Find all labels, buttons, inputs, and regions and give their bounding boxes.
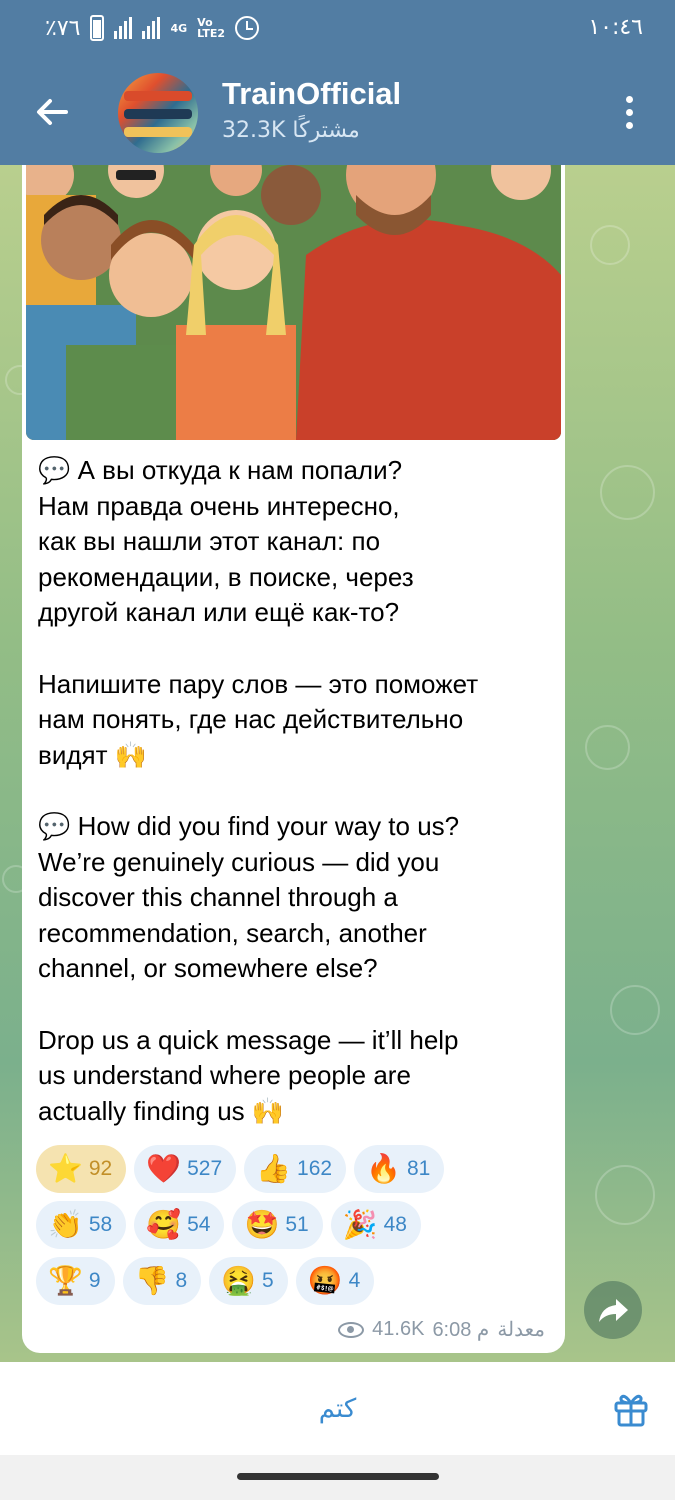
eye-icon	[338, 1321, 365, 1338]
reaction-row-1: ⭐ 92 ❤️ 527 👍 162 🔥 81	[36, 1145, 556, 1193]
reaction-star-struck[interactable]: 🤩 51	[232, 1201, 323, 1249]
crowd-illustration	[26, 165, 561, 440]
bottom-bar: كتم	[0, 1362, 675, 1455]
reaction-count: 54	[187, 1213, 211, 1236]
reaction-count: 4	[348, 1269, 361, 1292]
message-photo[interactable]	[26, 165, 561, 440]
reaction-angry[interactable]: 🤬 4	[295, 1257, 375, 1305]
reactions-panel: ⭐ 92 ❤️ 527 👍 162 🔥 81 👏 58 🥰 54 🤩 51 🎉 48 🏆 9 👎 8…	[36, 1145, 556, 1313]
message-bubble[interactable]: 💬 А вы откуда к нам попали? Нам правда о…	[22, 165, 565, 1353]
view-count: 41.6K	[372, 1318, 425, 1340]
star-struck-emoji-icon: 🤩	[244, 1209, 280, 1240]
reaction-fire[interactable]: 🔥 81	[354, 1145, 445, 1193]
edited-label: معدلة	[497, 1319, 545, 1341]
party-popper-emoji-icon: 🎉	[342, 1209, 378, 1240]
mute-button[interactable]: كتم	[0, 1362, 675, 1455]
share-button[interactable]	[584, 1281, 642, 1339]
reaction-party[interactable]: 🎉 48	[330, 1201, 421, 1249]
reaction-count: 58	[88, 1213, 113, 1236]
signal-icon-2	[142, 17, 161, 39]
reaction-count: 48	[383, 1213, 407, 1236]
signal-icon	[114, 17, 133, 39]
reaction-trophy[interactable]: 🏆 9	[36, 1257, 115, 1305]
reaction-count: 51	[285, 1213, 309, 1236]
alarm-icon	[235, 16, 260, 40]
reaction-count: 162	[297, 1157, 333, 1180]
network-4g-label: 4G	[170, 21, 188, 35]
reaction-row-2: 👏 58 🥰 54 🤩 51 🎉 48	[36, 1201, 556, 1249]
more-vertical-icon[interactable]	[622, 96, 638, 130]
mute-label: كتم	[318, 1393, 357, 1424]
battery-icon	[90, 15, 105, 41]
volte-badge: Vo LTE2	[197, 17, 225, 39]
home-indicator[interactable]	[237, 1473, 439, 1480]
back-arrow-icon[interactable]	[32, 92, 72, 132]
reaction-thumbs-down[interactable]: 👎 8	[122, 1257, 202, 1305]
trophy-emoji-icon: 🏆	[48, 1265, 83, 1296]
star-emoji-icon: ⭐	[48, 1153, 83, 1184]
reaction-clap[interactable]: 👏 58	[36, 1201, 127, 1249]
reaction-smiling-hearts[interactable]: 🥰 54	[134, 1201, 225, 1249]
thumbs-down-emoji-icon: 👎	[134, 1265, 170, 1296]
reaction-count: 527	[187, 1157, 223, 1180]
reaction-thumbs-up[interactable]: 👍 162	[244, 1145, 347, 1193]
system-nav-bar	[0, 1455, 675, 1500]
status-bar: ٪٧٦ 4G Vo LTE2 ١٠:٤٦	[0, 0, 675, 60]
clap-emoji-icon: 👏	[48, 1209, 83, 1240]
smiling-hearts-emoji-icon: 🥰	[146, 1209, 182, 1240]
battery-percent: ٪٧٦	[45, 15, 81, 41]
fire-emoji-icon: 🔥	[366, 1153, 401, 1184]
reaction-star[interactable]: ⭐ 92	[36, 1145, 127, 1193]
header-bar: ٪٧٦ 4G Vo LTE2 ١٠:٤٦ TrainOfficial 32.3K…	[0, 0, 675, 165]
reaction-count: 92	[88, 1157, 113, 1180]
reaction-count: 5	[262, 1269, 274, 1292]
reaction-vomit[interactable]: 🤮 5	[209, 1257, 288, 1305]
heart-emoji-icon: ❤️	[146, 1153, 182, 1184]
volte-lte-label: LTE2	[197, 27, 226, 40]
reaction-count: 81	[406, 1157, 431, 1180]
message-text: 💬 А вы откуда к нам попали? Нам правда о…	[38, 455, 479, 1126]
share-arrow-icon	[599, 1299, 628, 1322]
vomit-emoji-icon: 🤮	[221, 1265, 256, 1296]
reaction-heart[interactable]: ❤️ 527	[134, 1145, 237, 1193]
reaction-count: 9	[88, 1269, 101, 1292]
cursing-face-emoji-icon: 🤬	[307, 1265, 343, 1296]
channel-title[interactable]: TrainOfficial	[222, 76, 401, 112]
subscriber-count: 32.3K مشتركًا	[222, 118, 360, 143]
gift-icon[interactable]	[612, 1390, 650, 1428]
thumbs-up-emoji-icon: 👍	[256, 1153, 292, 1184]
reaction-row-3: 🏆 9 👎 8 🤮 5 🤬 4	[36, 1257, 556, 1305]
status-time: ١٠:٤٦	[588, 15, 643, 40]
reaction-count: 8	[175, 1269, 188, 1292]
message-meta: 41.6K 6:08 م معدلة	[338, 1317, 545, 1342]
message-time: 6:08 م	[432, 1319, 490, 1341]
channel-avatar[interactable]	[118, 73, 198, 153]
